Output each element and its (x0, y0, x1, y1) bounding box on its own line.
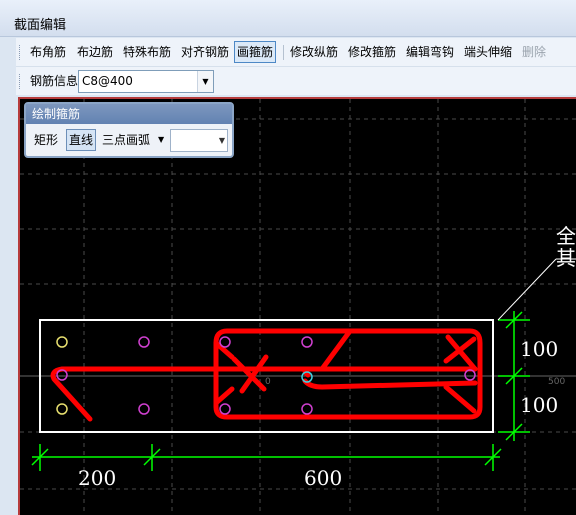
stirrup-lines (50, 328, 483, 422)
axis-label-center: 0 (265, 377, 271, 387)
dimension-height-bottom: 100 (520, 393, 558, 417)
rebar-corner (56, 403, 68, 415)
leader-line (497, 258, 557, 321)
rectangle-button[interactable]: 矩形 (34, 130, 58, 150)
dimension-width-right: 600 (304, 466, 342, 490)
chevron-down-icon[interactable]: ▼ (197, 71, 213, 92)
rebar-edge (219, 403, 231, 415)
panel-select[interactable]: ▼ (170, 129, 228, 152)
leader-text-line2: 其 (556, 246, 576, 270)
edge-rebar-button[interactable]: 布边筋 (77, 43, 113, 61)
dimension-lines (31, 311, 530, 471)
window-titlebar: 截面编辑 (0, 0, 576, 37)
leader-text: 全 其 (556, 224, 576, 270)
rebar-info-select[interactable]: C8@400 ▼ (78, 70, 214, 93)
panel-title[interactable]: 绘制箍筋 (26, 104, 232, 124)
rebar-edge (138, 403, 150, 415)
modify-long-rebar-button[interactable]: 修改纵筋 (290, 43, 338, 61)
inner-stirrup (302, 366, 478, 390)
rebar-toolbar: 布角筋 布边筋 特殊布筋 对齐钢筋 画箍筋 修改纵筋 修改箍筋 编辑弯钩 端头伸… (16, 38, 576, 67)
leader-text-line1: 全 (556, 224, 576, 248)
draw-stirrup-panel: 绘制箍筋 矩形 直线 三点画弧 ▼ ▼ (24, 102, 234, 158)
delete-button[interactable]: 删除 (522, 43, 546, 61)
arc-dropdown-icon[interactable]: ▼ (158, 130, 164, 150)
drawing-canvas[interactable]: 0 500 200 600 100 100 全 其 (18, 97, 576, 515)
rebar-edge (301, 336, 313, 348)
section-drawing: 0 500 200 600 100 100 全 其 (20, 99, 576, 515)
cross-hook (231, 354, 269, 394)
three-point-arc-button[interactable]: 三点画弧 (102, 130, 150, 150)
draw-stirrup-button[interactable]: 画箍筋 (234, 41, 277, 63)
align-rebar-button[interactable]: 对齐钢筋 (181, 43, 229, 61)
modify-stirrup-button[interactable]: 修改箍筋 (348, 43, 396, 61)
end-extend-button[interactable]: 端头伸缩 (464, 43, 512, 61)
toolbar-grip[interactable] (19, 45, 22, 60)
window-title: 截面编辑 (14, 18, 67, 33)
line-button[interactable]: 直线 (66, 129, 97, 151)
corner-rebar-button[interactable]: 布角筋 (30, 43, 66, 61)
special-rebar-button[interactable]: 特殊布筋 (123, 43, 171, 61)
rebar-info-value: C8@400 (82, 74, 133, 88)
dimension-height-top: 100 (520, 337, 558, 361)
toolbar-separator (283, 45, 284, 60)
rebar-info-toolbar: 钢筋信息 C8@400 ▼ (16, 67, 576, 95)
rebar-edge (219, 336, 231, 348)
edit-hook-button[interactable]: 编辑弯钩 (406, 43, 454, 61)
chevron-down-icon[interactable]: ▼ (219, 136, 225, 145)
rebar-edge (138, 336, 150, 348)
rebar-edge (301, 403, 313, 415)
toolbar-grip[interactable] (19, 74, 22, 89)
axis-label-right: 500 (548, 377, 565, 387)
rebar-info-label: 钢筋信息 (30, 74, 79, 88)
dimension-width-left: 200 (78, 466, 116, 490)
rebar-corner (56, 336, 68, 348)
